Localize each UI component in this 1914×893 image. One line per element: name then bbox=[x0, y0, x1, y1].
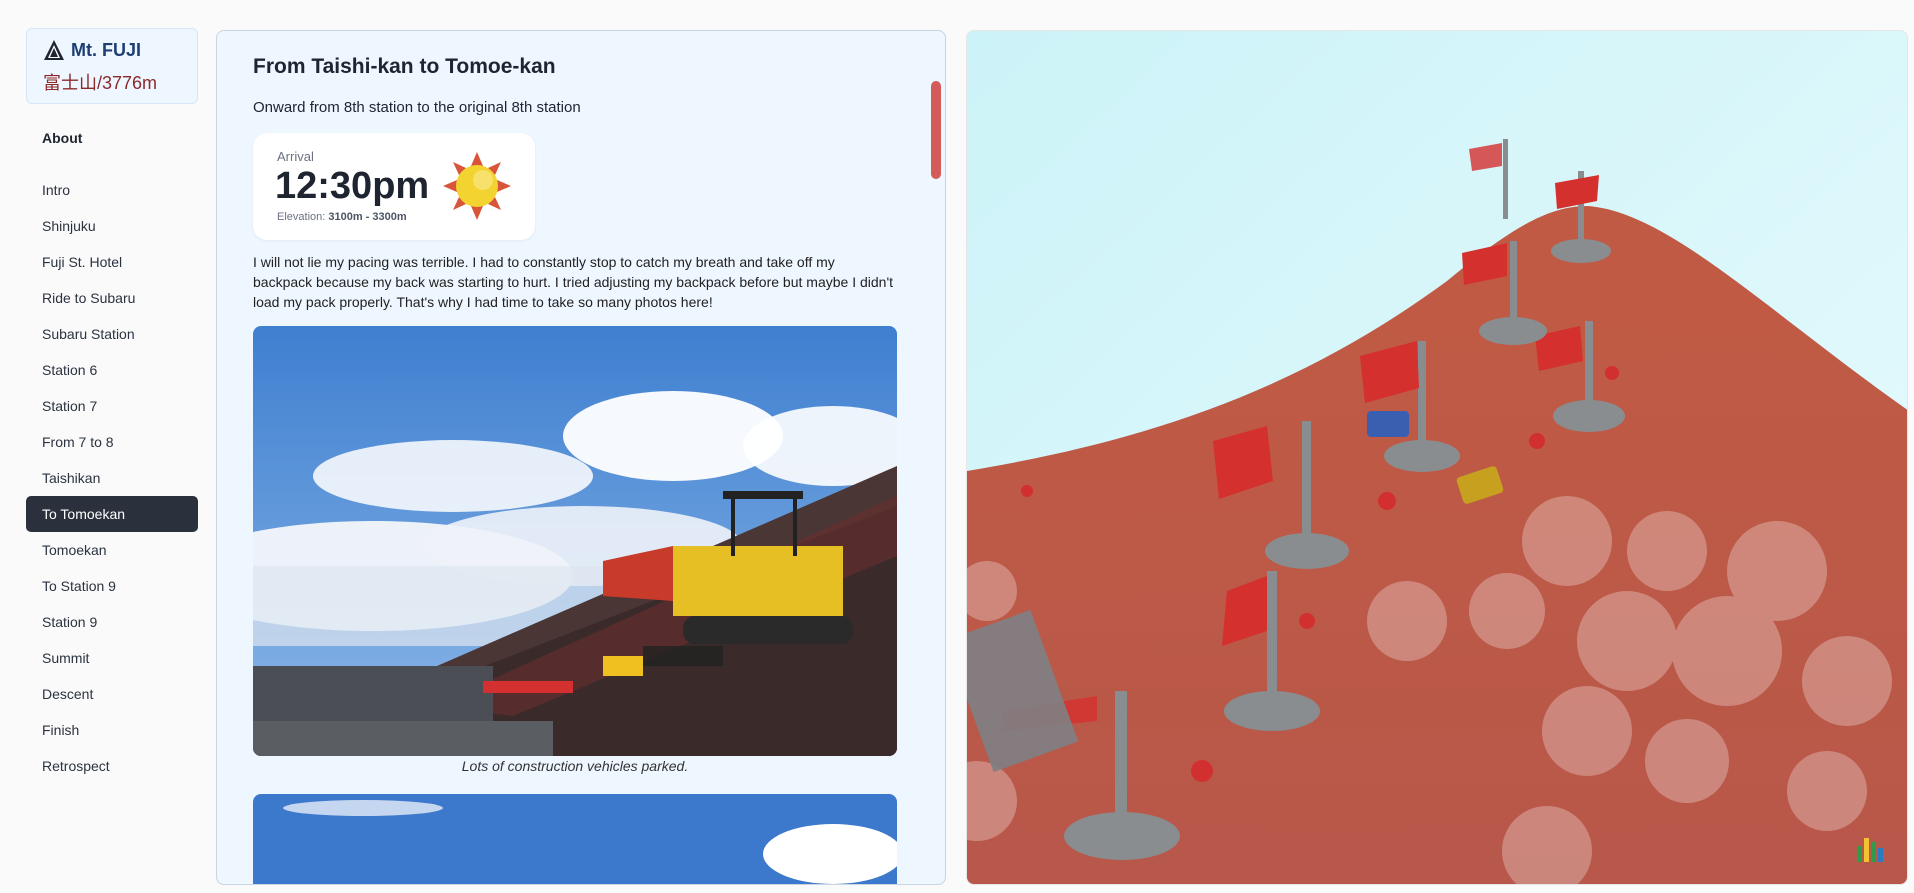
photo-next[interactable] bbox=[253, 794, 897, 884]
mountain-3d-view[interactable] bbox=[966, 30, 1908, 885]
elevation-label: Elevation: bbox=[277, 211, 326, 223]
sidebar-item-summit[interactable]: Summit bbox=[26, 640, 198, 676]
sidebar-item-station-6[interactable]: Station 6 bbox=[26, 352, 198, 388]
sidebar: Mt. FUJI 富士山/3776m About Intro Shinjuku Fu… bbox=[26, 28, 198, 784]
article-subtitle: Onward from 8th station to the original … bbox=[253, 99, 581, 116]
brand-title: Mt. FUJI bbox=[71, 39, 141, 60]
sidebar-item-shinjuku[interactable]: Shinjuku bbox=[26, 208, 198, 244]
photo-construction-vehicles[interactable] bbox=[253, 326, 897, 756]
article-panel: From Taishi-kan to Tomoe-kan Onward from… bbox=[216, 30, 946, 885]
sidebar-item-intro[interactable]: Intro bbox=[26, 172, 198, 208]
arrival-time: 12:30pm bbox=[275, 165, 430, 207]
sidebar-item-tomoekan[interactable]: Tomoekan bbox=[26, 532, 198, 568]
photo-caption: Lots of construction vehicles parked. bbox=[461, 758, 689, 774]
photo-image bbox=[253, 326, 897, 756]
sidebar-item-finish[interactable]: Finish bbox=[26, 712, 198, 748]
article-body: I will not lie my pacing was terrible. I… bbox=[253, 254, 894, 310]
elevation-value: 3100m - 3300m bbox=[328, 211, 407, 223]
sidebar-heading-about[interactable]: About bbox=[42, 130, 198, 150]
sidebar-item-descent[interactable]: Descent bbox=[26, 676, 198, 712]
mountain-icon bbox=[44, 40, 64, 60]
sidebar-item-fuji-st-hotel[interactable]: Fuji St. Hotel bbox=[26, 244, 198, 280]
brand-subtitle: 富士山/3776m bbox=[43, 73, 158, 93]
sidebar-item-station-7[interactable]: Station 7 bbox=[26, 388, 198, 424]
sidebar-item-ride-to-subaru[interactable]: Ride to Subaru bbox=[26, 280, 198, 316]
article-title: From Taishi-kan to Tomoe-kan bbox=[253, 55, 556, 78]
arrival-card: Arrival 12:30pm Elevation: 3100m - 3300m bbox=[253, 133, 535, 240]
app-logo-icon[interactable] bbox=[1853, 832, 1887, 866]
sidebar-nav: Intro Shinjuku Fuji St. Hotel Ride to Subar… bbox=[26, 172, 198, 784]
article-content: From Taishi-kan to Tomoe-kan Onward from… bbox=[253, 31, 897, 884]
brand-header[interactable]: Mt. FUJI 富士山/3776m bbox=[26, 28, 198, 104]
elevation-text: Elevation: 3100m - 3300m bbox=[277, 211, 407, 223]
arrival-label: Arrival bbox=[277, 149, 314, 164]
mountain-scene-canvas bbox=[967, 31, 1907, 884]
sidebar-item-station-9[interactable]: Station 9 bbox=[26, 604, 198, 640]
content-scrollbar[interactable] bbox=[931, 81, 941, 179]
sidebar-item-subaru-station[interactable]: Subaru Station bbox=[26, 316, 198, 352]
sidebar-item-to-station-9[interactable]: To Station 9 bbox=[26, 568, 198, 604]
photo-image-2 bbox=[253, 794, 897, 884]
sidebar-item-to-tomoekan[interactable]: To Tomoekan bbox=[26, 496, 198, 532]
sidebar-item-from-7-to-8[interactable]: From 7 to 8 bbox=[26, 424, 198, 460]
sun-icon bbox=[443, 152, 511, 220]
sidebar-item-retrospect[interactable]: Retrospect bbox=[26, 748, 198, 784]
sidebar-item-taishikan[interactable]: Taishikan bbox=[26, 460, 198, 496]
brand-title-row: Mt. FUJI bbox=[43, 35, 181, 65]
